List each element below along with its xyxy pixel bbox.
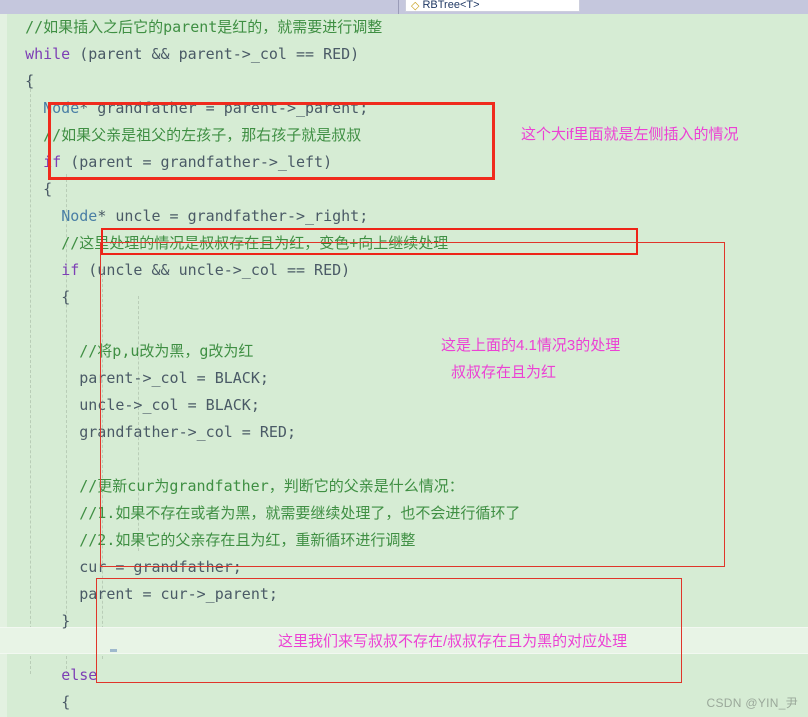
code-token: (parent && parent->_col == RED) bbox=[70, 45, 360, 63]
annotation-case-4-1-line2: 叔叔存在且为红 bbox=[451, 364, 557, 381]
code-token: Node bbox=[61, 207, 98, 225]
annotation-left-insert-case: 这个大if里面就是左侧插入的情况 bbox=[521, 126, 739, 143]
type-dropdown[interactable]: ◇ RBTree<T> bbox=[405, 0, 580, 12]
code-editor-surface[interactable]: //如果插入之后它的parent是红的，就需要进行调整 while (paren… bbox=[0, 14, 808, 717]
code-line[interactable]: Node* uncle = grandfather->_right; bbox=[7, 203, 808, 230]
code-token: { bbox=[25, 72, 35, 90]
code-line[interactable]: { bbox=[7, 68, 808, 95]
class-icon: ◇ bbox=[411, 0, 420, 12]
editor-navigation-bar: ◇ RBTree<T> bbox=[0, 0, 808, 14]
redbox-grandfather-if bbox=[48, 102, 495, 180]
code-line[interactable]: { bbox=[7, 689, 808, 716]
code-token: else bbox=[61, 666, 98, 684]
code-token: { bbox=[61, 288, 71, 306]
code-line[interactable]: { bbox=[7, 176, 808, 203]
code-token: { bbox=[61, 693, 71, 711]
code-line[interactable]: //如果插入之后它的parent是红的，就需要进行调整 bbox=[7, 14, 808, 41]
csdn-watermark: CSDN @YIN_尹 bbox=[706, 696, 798, 710]
code-token: //如果插入之后它的parent是红的，就需要进行调整 bbox=[25, 18, 383, 36]
code-token: if bbox=[61, 261, 80, 279]
editor-gutter bbox=[0, 14, 7, 717]
annotation-uncle-black: 这里我们来写叔叔不存在/叔叔存在且为黑的对应处理 bbox=[278, 633, 628, 650]
navbar-divider bbox=[398, 0, 399, 14]
code-token: { bbox=[43, 180, 53, 198]
annotation-case-4-1-line1: 这是上面的4.1情况3的处理 bbox=[441, 337, 621, 354]
code-token: * uncle = grandfather->_right; bbox=[97, 207, 369, 225]
type-dropdown-label: RBTree<T> bbox=[422, 0, 480, 11]
code-token: } bbox=[61, 612, 71, 630]
code-token: while bbox=[25, 45, 71, 63]
code-line[interactable]: while (parent && parent->_col == RED) bbox=[7, 41, 808, 68]
redbox-uncle-red-branch bbox=[100, 242, 725, 567]
